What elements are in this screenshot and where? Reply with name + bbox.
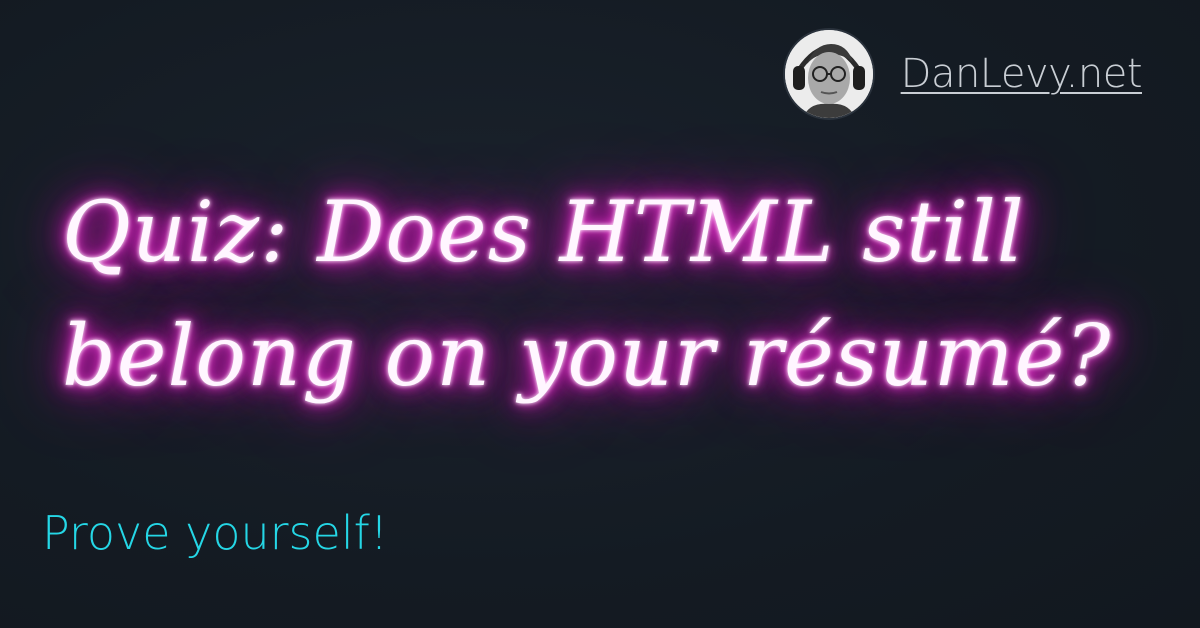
author-block: DanLevy.net (784, 30, 1143, 118)
author-avatar (784, 30, 873, 118)
tagline: Prove yourself! (42, 506, 389, 560)
social-card: DanLevy.net Quiz: Does HTML still belong… (0, 0, 1200, 628)
headline-line-2: belong on your résumé? (62, 307, 1112, 405)
headline-line-1: Quiz: Does HTML still (62, 183, 1025, 281)
person-portrait-icon (784, 30, 873, 118)
site-link[interactable]: DanLevy.net (901, 51, 1143, 97)
headline: Quiz: Does HTML still belong on your rés… (62, 170, 1112, 418)
